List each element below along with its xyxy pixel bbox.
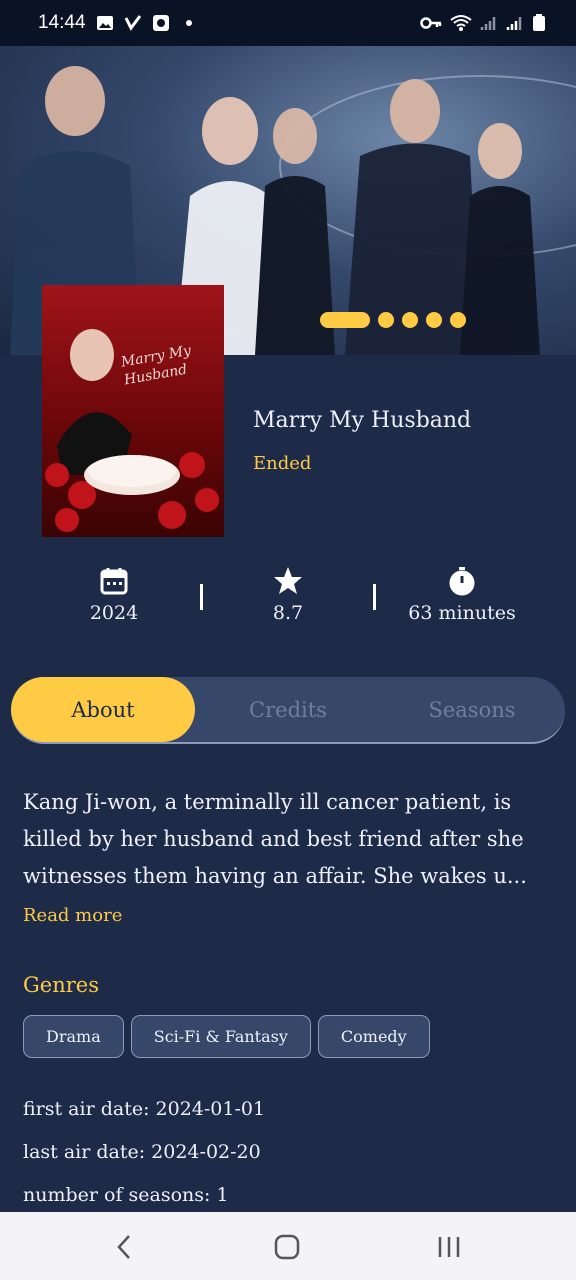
first-air-date: first air date: 2024-01-01 [23,1098,266,1120]
last-air-date: last air date: 2024-02-20 [23,1141,261,1163]
tab-seasons[interactable]: Seasons [380,677,564,742]
status-bar: 14:44 [0,0,576,46]
battery-icon [533,14,545,31]
stat-runtime: 63 minutes [392,566,532,624]
stat-divider [200,584,203,610]
gallery-icon [96,16,113,30]
poster-image: Marry My Husband [42,285,224,537]
carousel-dot[interactable] [450,312,466,328]
wifi-icon [450,15,472,31]
genre-chip[interactable]: Comedy [317,1015,430,1058]
dot-icon [185,20,192,26]
tab-bar: About Credits Seasons [11,677,565,744]
check-icon [124,15,141,31]
stat-rating: 8.7 [218,566,358,624]
carousel-indicator[interactable] [320,312,466,328]
poster-art [45,329,219,532]
tab-about[interactable]: About [11,677,195,742]
carousel-dot[interactable] [402,312,418,328]
carousel-dot[interactable] [320,312,370,328]
overview-text: Kang Ji-won, a terminally ill cancer pat… [23,790,527,888]
star-icon [274,567,302,594]
status-time: 14:44 [38,12,86,33]
year-value: 2024 [89,602,139,624]
back-icon[interactable] [110,1232,140,1262]
show-status: Ended [253,453,312,474]
rating-value: 8.7 [272,602,304,624]
genre-chips: Drama Sci-Fi & Fantasy Comedy [23,1015,430,1058]
number-of-seasons: number of seasons: 1 [23,1184,229,1206]
read-more-link[interactable]: Read more [23,905,122,926]
stopwatch-icon [449,567,475,596]
genre-chip[interactable]: Sci-Fi & Fantasy [130,1015,311,1058]
show-title: Marry My Husband [253,408,472,433]
calendar-icon [100,568,128,595]
tab-credits[interactable]: Credits [196,677,380,742]
home-icon[interactable] [272,1232,302,1262]
signal-icon [480,17,496,30]
screen-record-icon [152,15,169,31]
signal-icon [506,17,522,30]
genres-heading: Genres [23,973,99,997]
recents-icon[interactable] [434,1232,464,1262]
carousel-dot[interactable] [378,312,394,328]
system-nav-bar [0,1212,576,1280]
stat-divider [373,584,376,610]
carousel-dot[interactable] [426,312,442,328]
key-icon [420,17,442,29]
runtime-value: 63 minutes [408,602,516,624]
genre-chip[interactable]: Drama [23,1015,124,1058]
stat-year: 2024 [44,566,184,624]
